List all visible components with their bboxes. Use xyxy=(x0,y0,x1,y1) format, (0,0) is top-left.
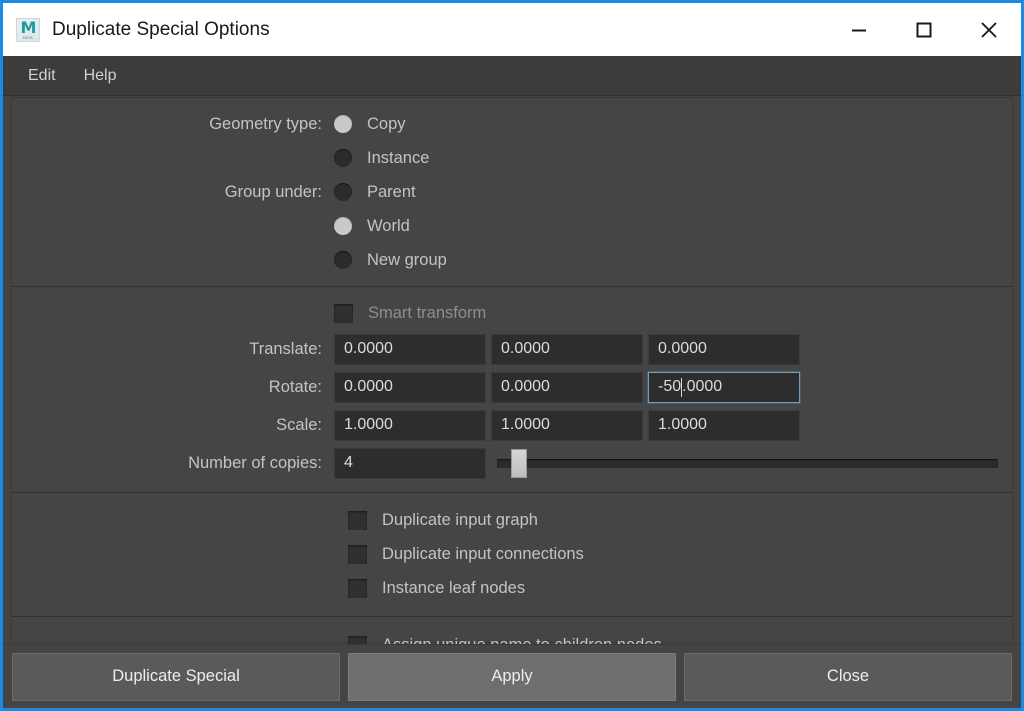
radio-new-group[interactable] xyxy=(334,251,352,269)
slider-handle[interactable] xyxy=(511,448,527,478)
scale-y-input[interactable]: 1.0000 xyxy=(491,409,643,441)
rotate-x-input[interactable]: 0.0000 xyxy=(334,371,486,403)
checkbox-duplicate-input-connections-label[interactable]: Duplicate input connections xyxy=(382,545,584,564)
translate-z-input[interactable]: 0.0000 xyxy=(648,333,800,365)
row-rotate: Rotate: 0.0000 0.0000 -50.0000 xyxy=(12,368,1012,406)
rotate-y-input[interactable]: 0.0000 xyxy=(491,371,643,403)
maya-logo-subtext: MAYA xyxy=(22,35,34,40)
transform-frame: Smart transform Translate: 0.0000 0.0000… xyxy=(12,286,1012,492)
row-group-world: World xyxy=(12,209,1012,243)
options-content: Geometry type: Copy Instance Group under… xyxy=(3,95,1021,644)
translate-x-input[interactable]: 0.0000 xyxy=(334,333,486,365)
duplicate-options-frame: Duplicate input graph Duplicate input co… xyxy=(12,492,1012,616)
maximize-icon xyxy=(914,20,934,40)
title-bar: M MAYA Duplicate Special Options xyxy=(3,3,1021,56)
rotate-z-value-before-caret: -50 xyxy=(658,378,682,395)
dialog-button-bar: Duplicate Special Apply Close xyxy=(3,644,1021,708)
checkbox-instance-leaf-nodes-label[interactable]: Instance leaf nodes xyxy=(382,579,525,598)
close-icon xyxy=(978,19,1000,41)
geometry-group-frame: Geometry type: Copy Instance Group under… xyxy=(12,98,1012,286)
row-duplicate-input-connections: Duplicate input connections xyxy=(348,537,1012,571)
scale-z-input[interactable]: 1.0000 xyxy=(648,409,800,441)
number-of-copies-slider[interactable] xyxy=(491,448,998,479)
checkbox-smart-transform[interactable] xyxy=(334,303,353,323)
menu-bar: Edit Help xyxy=(3,56,1021,95)
radio-copy-label[interactable]: Copy xyxy=(367,115,406,134)
radio-world[interactable] xyxy=(334,217,352,235)
checkbox-instance-leaf-nodes[interactable] xyxy=(348,578,367,598)
duplicate-special-options-window: M MAYA Duplicate Special Options Edit He… xyxy=(0,0,1024,711)
row-translate: Translate: 0.0000 0.0000 0.0000 xyxy=(12,330,1012,368)
options-scroll-pane: Geometry type: Copy Instance Group under… xyxy=(11,97,1013,644)
menu-item-help[interactable]: Help xyxy=(73,65,128,87)
radio-parent-label[interactable]: Parent xyxy=(367,183,416,202)
window-title: Duplicate Special Options xyxy=(52,18,270,40)
row-scale: Scale: 1.0000 1.0000 1.0000 xyxy=(12,406,1012,444)
radio-instance-label[interactable]: Instance xyxy=(367,149,429,168)
radio-instance[interactable] xyxy=(334,149,352,167)
number-of-copies-input[interactable]: 4 xyxy=(334,447,486,479)
rotate-z-input[interactable]: -50.0000 xyxy=(648,371,800,403)
checkbox-duplicate-input-graph-label[interactable]: Duplicate input graph xyxy=(382,511,538,530)
row-smart-transform: Smart transform xyxy=(12,296,1012,330)
rotate-z-value-after-caret: .0000 xyxy=(682,378,723,395)
translate-label: Translate: xyxy=(249,339,322,358)
radio-parent[interactable] xyxy=(334,183,352,201)
radio-copy[interactable] xyxy=(334,115,352,133)
slider-track[interactable] xyxy=(497,458,998,468)
menu-item-edit[interactable]: Edit xyxy=(17,65,67,87)
maya-logo-letter: M xyxy=(20,18,37,37)
checkbox-assign-unique-name[interactable] xyxy=(348,635,367,644)
radio-world-label[interactable]: World xyxy=(367,217,410,236)
row-geometry-type: Geometry type: Copy xyxy=(12,107,1012,141)
scale-label: Scale: xyxy=(276,415,322,434)
naming-frame: Assign unique name to children nodes xyxy=(12,616,1012,644)
maximize-button[interactable] xyxy=(891,3,956,56)
window-controls xyxy=(826,3,1021,56)
radio-new-group-label[interactable]: New group xyxy=(367,251,447,270)
rotate-label: Rotate: xyxy=(268,377,322,396)
minimize-icon xyxy=(849,20,869,40)
row-assign-unique-name: Assign unique name to children nodes xyxy=(348,628,1012,644)
checkbox-assign-unique-name-label[interactable]: Assign unique name to children nodes xyxy=(382,636,662,645)
close-dialog-button[interactable]: Close xyxy=(684,652,1012,701)
duplicate-special-button[interactable]: Duplicate Special xyxy=(12,652,340,701)
geometry-type-label: Geometry type: xyxy=(209,114,322,133)
scale-x-input[interactable]: 1.0000 xyxy=(334,409,486,441)
checkbox-duplicate-input-graph[interactable] xyxy=(348,510,367,530)
row-group-new: New group xyxy=(12,243,1012,277)
checkbox-smart-transform-label: Smart transform xyxy=(368,303,487,322)
row-geometry-instance: Instance xyxy=(12,141,1012,175)
number-of-copies-label: Number of copies: xyxy=(188,453,322,472)
checkbox-duplicate-input-connections[interactable] xyxy=(348,544,367,564)
maya-app-icon: M MAYA xyxy=(16,17,40,42)
apply-button[interactable]: Apply xyxy=(348,652,676,701)
row-instance-leaf-nodes: Instance leaf nodes xyxy=(348,571,1012,605)
group-under-label: Group under: xyxy=(224,182,322,201)
row-duplicate-input-graph: Duplicate input graph xyxy=(348,503,1012,537)
minimize-button[interactable] xyxy=(826,3,891,56)
row-group-under: Group under: Parent xyxy=(12,175,1012,209)
translate-y-input[interactable]: 0.0000 xyxy=(491,333,643,365)
row-number-of-copies: Number of copies: 4 xyxy=(12,444,1012,482)
close-button[interactable] xyxy=(956,3,1021,56)
